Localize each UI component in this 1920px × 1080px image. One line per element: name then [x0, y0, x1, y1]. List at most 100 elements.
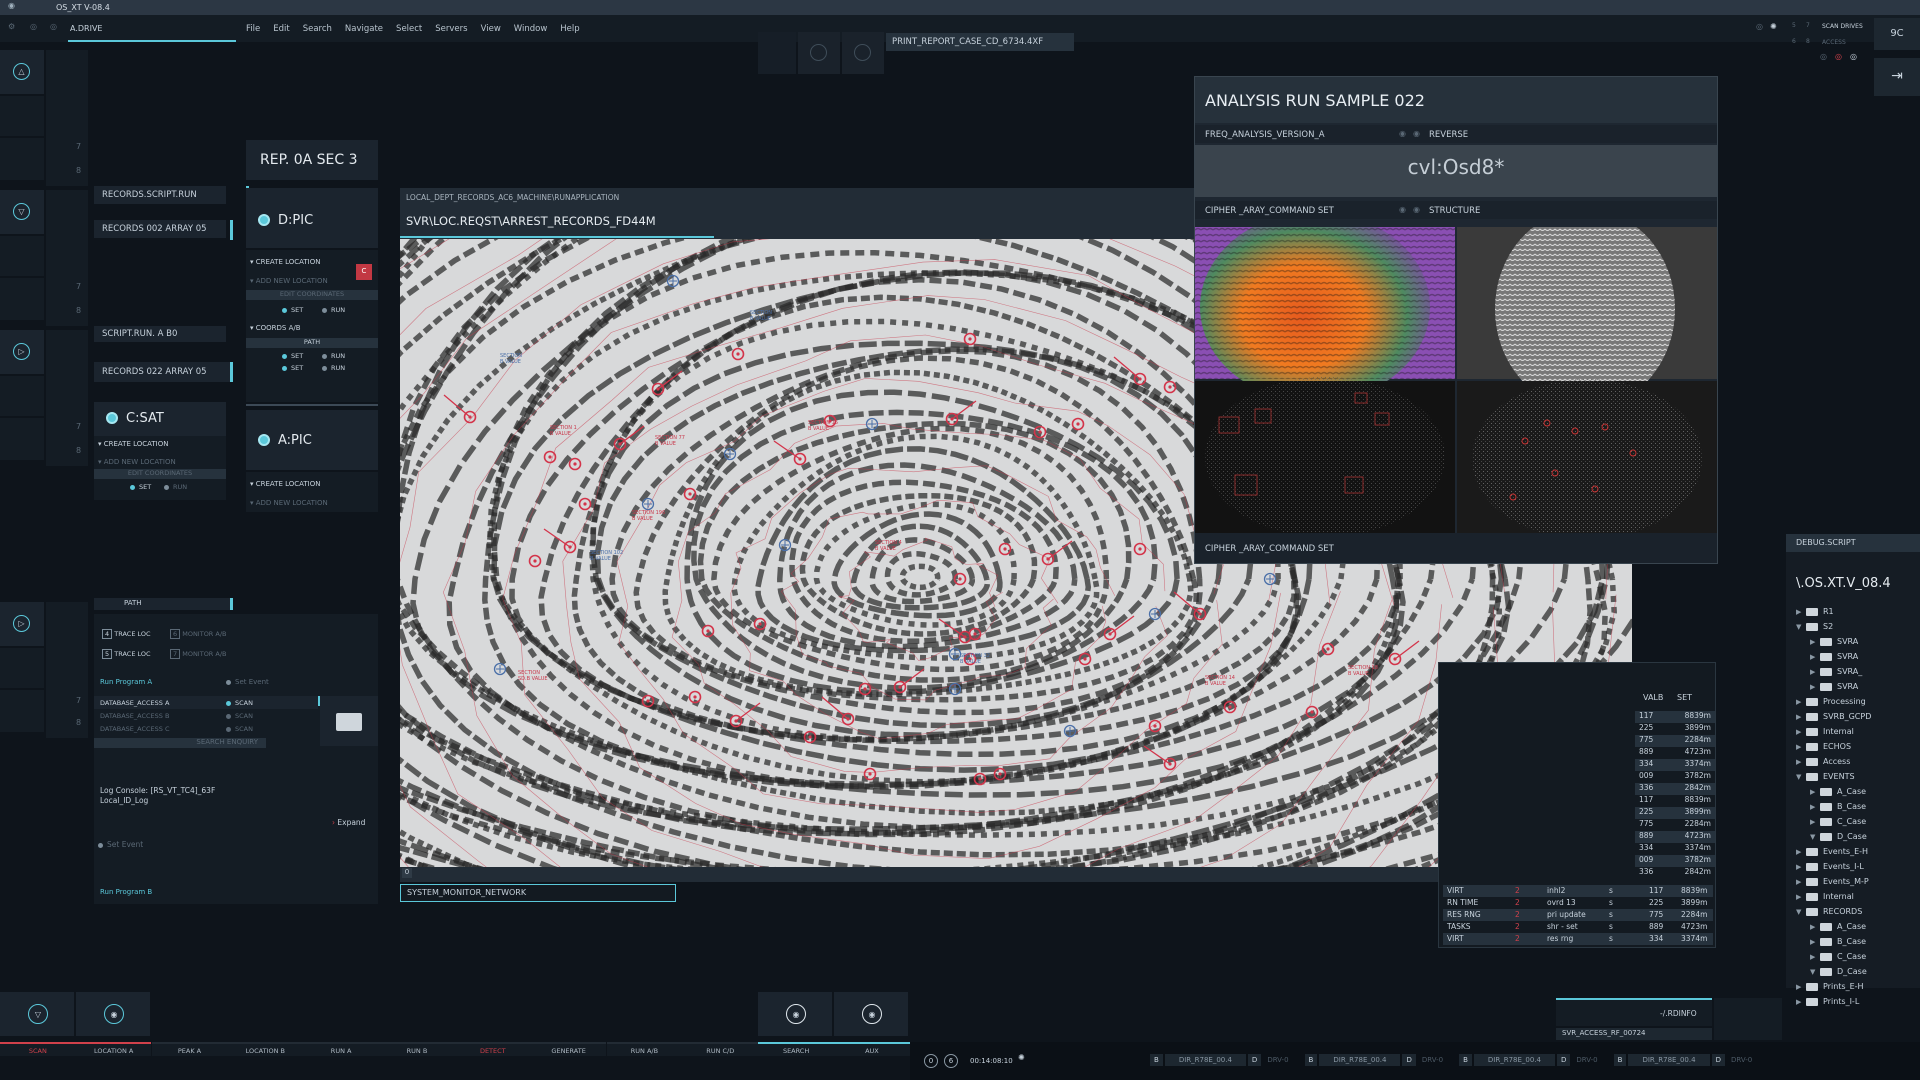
- chevron-right-icon[interactable]: ▶: [1810, 665, 1820, 680]
- sun-icon[interactable]: ✺: [1018, 1053, 1025, 1062]
- tab-detect[interactable]: DETECT: [454, 1042, 531, 1056]
- menu-item-view[interactable]: View: [481, 24, 501, 34]
- database-row[interactable]: DATABASE_ACCESS B SCAN: [94, 709, 318, 722]
- tab-peak-a[interactable]: PEAK A: [151, 1042, 228, 1056]
- tab-scan[interactable]: SCAN: [0, 1042, 76, 1056]
- tree-item[interactable]: ▶ Prints_E-H: [1796, 979, 1918, 994]
- set-event[interactable]: Set Event: [226, 678, 269, 686]
- tree-item[interactable]: ▶ R1: [1796, 604, 1918, 619]
- radio-icon[interactable]: ◉: [1399, 205, 1406, 214]
- chevron-right-icon[interactable]: ▶: [1810, 920, 1820, 935]
- trace-loc-1[interactable]: 4 TRACE LOC: [102, 629, 151, 639]
- add-new-location[interactable]: ▾ ADD NEW LOCATION: [250, 277, 328, 285]
- tree-item[interactable]: ▶ C_Case: [1796, 949, 1918, 964]
- tree-item[interactable]: ▶ SVRA: [1796, 634, 1918, 649]
- tree-item[interactable]: ▶ C_Case: [1796, 814, 1918, 829]
- script-run-a[interactable]: SCRIPT.RUN. A B0: [94, 326, 226, 342]
- chevron-right-icon[interactable]: ▶: [1810, 800, 1820, 815]
- menu-item-navigate[interactable]: Navigate: [345, 24, 383, 34]
- minimize-icon[interactable]: ◎: [1820, 52, 1827, 61]
- database-row[interactable]: DATABASE_ACCESS A SCAN: [94, 696, 318, 709]
- chevron-down-icon[interactable]: ▼: [1796, 905, 1806, 920]
- database-row[interactable]: DATABASE_ACCESS C SCAN: [94, 722, 318, 735]
- rail-button[interactable]: ▽: [0, 190, 44, 234]
- tree-item[interactable]: ▼ EVENTS: [1796, 769, 1918, 784]
- tree-item[interactable]: ▶ SVRA: [1796, 679, 1918, 694]
- radio-icon[interactable]: ◉: [1399, 129, 1406, 138]
- tab-run-a-b[interactable]: RUN A/B: [606, 1042, 683, 1056]
- tab-location-a[interactable]: LOCATION A: [75, 1042, 152, 1056]
- toolbar-button[interactable]: [842, 32, 884, 74]
- csat-header[interactable]: C:SAT: [94, 402, 226, 436]
- chevron-down-icon[interactable]: ▼: [1796, 620, 1806, 635]
- chevron-right-icon[interactable]: ▶: [1796, 755, 1806, 770]
- chevron-right-icon[interactable]: ▶: [1796, 605, 1806, 620]
- tree-item[interactable]: ▶ Access: [1796, 754, 1918, 769]
- run-program-b[interactable]: Run Program B: [100, 888, 152, 896]
- set-option[interactable]: SET: [282, 352, 303, 360]
- menu-item-help[interactable]: Help: [560, 24, 579, 34]
- search-enquiry[interactable]: SEARCH ENQUIRY: [94, 738, 266, 748]
- chevron-right-icon[interactable]: ▶: [1796, 710, 1806, 725]
- settings-icon[interactable]: ⚙: [8, 22, 15, 31]
- chevron-right-icon[interactable]: ▶: [1796, 995, 1806, 1010]
- tree-item[interactable]: ▶ Processing: [1796, 694, 1918, 709]
- chevron-right-icon[interactable]: ▶: [1810, 815, 1820, 830]
- add-new-location[interactable]: ▾ ADD NEW LOCATION: [250, 499, 328, 507]
- tree-item[interactable]: ▶ A_Case: [1796, 784, 1918, 799]
- set-event-2[interactable]: Set Event: [98, 840, 143, 849]
- counter-six[interactable]: 6: [944, 1054, 958, 1068]
- create-location[interactable]: ▾ CREATE LOCATION: [250, 258, 320, 266]
- dpic-header[interactable]: D:PIC: [246, 188, 378, 248]
- maximize-icon[interactable]: ◎: [1835, 52, 1842, 61]
- add-new-location[interactable]: ▾ ADD NEW LOCATION: [98, 458, 176, 466]
- chevron-right-icon[interactable]: ▶: [1796, 695, 1806, 710]
- edit-coordinates[interactable]: EDIT COORDINATES: [246, 290, 378, 300]
- tree-item[interactable]: ▶ A_Case: [1796, 919, 1918, 934]
- toolbar-button[interactable]: [798, 32, 840, 74]
- tab-run-a[interactable]: RUN A: [303, 1042, 379, 1056]
- chevron-right-icon[interactable]: ▶: [1810, 650, 1820, 665]
- edit-coordinates[interactable]: EDIT COORDINATES: [94, 469, 226, 479]
- chevron-down-icon[interactable]: ▼: [1796, 770, 1806, 785]
- chevron-right-icon[interactable]: ▶: [1796, 875, 1806, 890]
- gear-icon[interactable]: ◎: [1756, 22, 1763, 31]
- cog-icon[interactable]: ◎: [50, 22, 57, 31]
- scan-button[interactable]: ▽: [0, 992, 74, 1036]
- counter-zero[interactable]: 0: [924, 1054, 938, 1068]
- rail-button[interactable]: ▷: [0, 330, 44, 374]
- structure-label[interactable]: STRUCTURE: [1429, 206, 1480, 216]
- tree-item[interactable]: ▶ Internal: [1796, 889, 1918, 904]
- tab-generate[interactable]: GENERATE: [530, 1042, 607, 1056]
- records-022-array[interactable]: RECORDS 022 ARRAY 05: [94, 362, 230, 382]
- export-icon[interactable]: ⇥: [1874, 58, 1920, 96]
- location-a-button[interactable]: ◉: [76, 992, 150, 1036]
- chevron-right-icon[interactable]: ▶: [1796, 890, 1806, 905]
- folder-button[interactable]: [320, 696, 378, 746]
- drive-item[interactable]: B DIR_R78E_00.4 D DRV-0: [1150, 1054, 1295, 1066]
- drive-item[interactable]: B DIR_R78E_00.4 D DRV-0: [1613, 1054, 1759, 1066]
- expand-link[interactable]: › Expand: [332, 818, 365, 827]
- drive-label[interactable]: A.DRIVE: [70, 24, 102, 33]
- chevron-right-icon[interactable]: ▶: [1810, 635, 1820, 650]
- set-option[interactable]: SET: [130, 483, 151, 491]
- rail-button[interactable]: △: [0, 50, 44, 94]
- drive-item[interactable]: B DIR_R78E_00.4 D DRV-0: [1459, 1054, 1604, 1066]
- tree-item[interactable]: ▶ ECHOS: [1796, 739, 1918, 754]
- tree-item[interactable]: ▶ SVRA_: [1796, 664, 1918, 679]
- tree-item[interactable]: ▶ Events_E-H: [1796, 844, 1918, 859]
- radio-icon[interactable]: ◉: [1413, 129, 1420, 138]
- chevron-down-icon[interactable]: ▼: [1810, 965, 1820, 980]
- menu-item-window[interactable]: Window: [514, 24, 548, 34]
- menu-item-search[interactable]: Search: [303, 24, 332, 34]
- tree-item[interactable]: ▼ D_Case: [1796, 964, 1918, 979]
- monitor-ab-2[interactable]: 7 MONITOR A/B: [170, 649, 227, 659]
- tree-item[interactable]: ▼ S2: [1796, 619, 1918, 634]
- tree-item[interactable]: ▶ Events_M-P: [1796, 874, 1918, 889]
- chevron-right-icon[interactable]: ▶: [1796, 845, 1806, 860]
- tab-location-b[interactable]: LOCATION B: [227, 1042, 304, 1056]
- chevron-right-icon[interactable]: ▶: [1810, 935, 1820, 950]
- chevron-right-icon[interactable]: ▶: [1796, 980, 1806, 995]
- tree-item[interactable]: ▶ Events_I-L: [1796, 859, 1918, 874]
- run-option[interactable]: RUN: [322, 306, 345, 314]
